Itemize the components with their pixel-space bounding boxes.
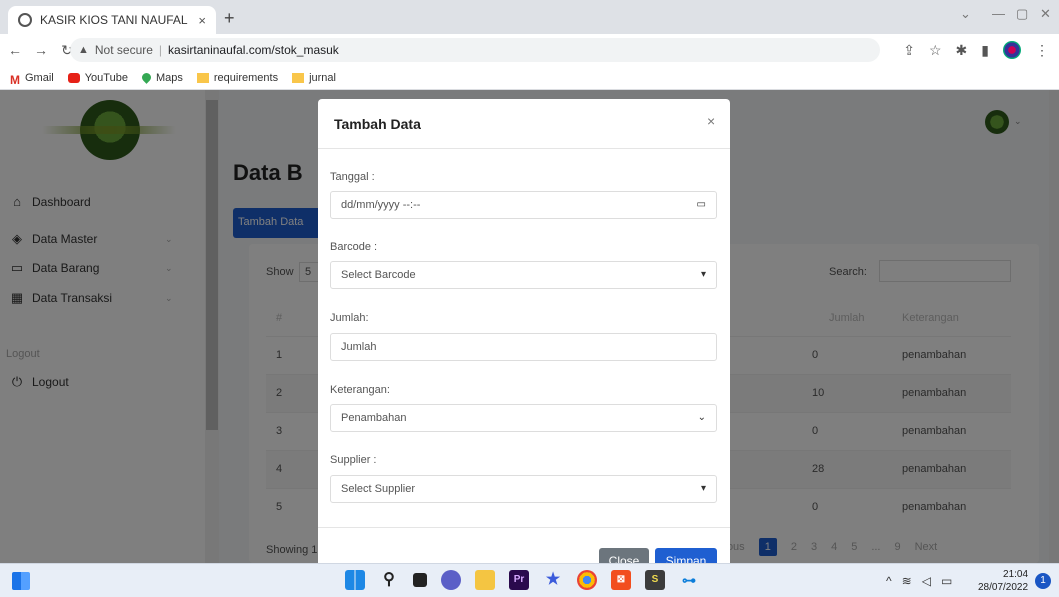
network-app-icon[interactable]: ⊶ xyxy=(679,570,699,590)
widgets-icon[interactable] xyxy=(12,572,30,590)
globe-icon xyxy=(18,13,32,27)
folder-icon xyxy=(196,72,209,83)
battery-icon[interactable]: ▭ xyxy=(941,574,952,588)
minimize-icon[interactable]: — xyxy=(992,6,1005,21)
barcode-select[interactable]: Select Barcode ▾ xyxy=(330,261,717,289)
file-explorer-icon[interactable] xyxy=(475,570,495,590)
profile-avatar[interactable] xyxy=(1003,41,1021,59)
bookmark-gmail[interactable]: M Gmail xyxy=(10,72,54,87)
xampp-icon[interactable]: ⊠ xyxy=(611,570,631,590)
modal-close-icon[interactable]: × xyxy=(707,113,715,129)
start-windows-icon[interactable] xyxy=(345,570,365,590)
security-label: Not secure xyxy=(94,43,153,57)
tambah-data-modal: Tambah Data × Tanggal : dd/mm/yyyy --:--… xyxy=(318,99,730,563)
sidepanel-icon[interactable]: ▮ xyxy=(981,42,989,59)
menu-icon[interactable]: ⋮ xyxy=(1035,42,1049,59)
new-tab-button[interactable]: + xyxy=(224,8,235,29)
chrome-icon[interactable] xyxy=(577,570,597,590)
omnibox[interactable]: ▲ Not secure | kasirtaninaufal.com/stok_… xyxy=(70,38,880,62)
tab-title: KASIR KIOS TANI NAUFAL xyxy=(40,13,188,27)
chat-icon[interactable] xyxy=(441,570,461,590)
bookmark-requirements[interactable]: requirements xyxy=(196,72,278,84)
simpan-button[interactable]: Simpan xyxy=(655,548,717,563)
web-page: ⌂ Dashboard ◈ Data Master ⌄ ▭ Data Baran… xyxy=(0,90,1059,563)
back-icon[interactable]: ← xyxy=(4,42,26,58)
jumlah-input[interactable]: Jumlah xyxy=(330,333,717,361)
star-icon[interactable]: ☆ xyxy=(929,42,942,59)
notification-badge[interactable]: 1 xyxy=(1035,573,1051,589)
tanggal-label: Tanggal : xyxy=(330,171,375,183)
chevron-up-icon[interactable]: ^ xyxy=(886,574,892,588)
forward-icon[interactable]: → xyxy=(30,42,52,58)
url-text: kasirtaninaufal.com/stok_masuk xyxy=(168,43,339,57)
youtube-icon xyxy=(67,72,80,83)
extensions-icon[interactable]: ✱ xyxy=(956,42,968,59)
clock[interactable]: 21:04 28/07/2022 xyxy=(978,568,1028,594)
caret-down-icon: ▾ xyxy=(700,483,706,494)
maximize-icon[interactable]: ▢ xyxy=(1016,6,1028,22)
modal-footer: Close Simpan xyxy=(318,527,730,563)
gmail-icon: M xyxy=(10,72,20,87)
calendar-icon[interactable]: ▭ xyxy=(697,199,706,210)
barcode-label: Barcode : xyxy=(330,241,378,253)
search-icon[interactable]: ⚲ xyxy=(379,570,399,590)
url-separator: | xyxy=(158,43,163,57)
taskbar-apps: ⚲ Pr ★ ⊠ S ⊶ xyxy=(345,570,699,590)
close-button[interactable]: Close xyxy=(599,548,649,563)
tab-search-icon[interactable]: ⌄ xyxy=(960,6,971,22)
window-close-icon[interactable]: ✕ xyxy=(1040,6,1051,22)
windows-taskbar: ⚲ Pr ★ ⊠ S ⊶ ^ ≋ ◁ ▭ 21:04 28/07/2022 1 xyxy=(0,563,1059,597)
tab-close-icon[interactable]: × xyxy=(198,13,206,28)
modal-header: Tambah Data × xyxy=(318,99,730,149)
star-app-icon[interactable]: ★ xyxy=(543,570,563,590)
task-view-icon[interactable] xyxy=(413,573,427,587)
tanggal-input[interactable]: dd/mm/yyyy --:-- ▭ xyxy=(330,191,717,219)
caret-down-icon: ▾ xyxy=(700,269,706,280)
share-icon[interactable]: ⇪ xyxy=(903,42,915,59)
volume-icon[interactable]: ◁ xyxy=(922,574,931,588)
premiere-icon[interactable]: Pr xyxy=(509,570,529,590)
browser-tab[interactable]: KASIR KIOS TANI NAUFAL × xyxy=(8,6,216,34)
bookmarks-bar: M Gmail YouTube Maps requirements jurnal xyxy=(0,66,1059,90)
sublime-icon[interactable]: S xyxy=(645,570,665,590)
bookmark-youtube[interactable]: YouTube xyxy=(67,72,128,84)
bookmark-maps[interactable]: Maps xyxy=(140,71,183,84)
folder-icon xyxy=(292,72,305,83)
keterangan-label: Keterangan: xyxy=(330,384,390,396)
bookmark-jurnal[interactable]: jurnal xyxy=(292,72,336,84)
clock-time: 21:04 xyxy=(1003,569,1029,580)
browser-tab-bar: KASIR KIOS TANI NAUFAL × + ⌄ — ▢ ✕ xyxy=(0,0,1059,34)
wifi-icon[interactable]: ≋ xyxy=(902,574,912,588)
maps-pin-icon xyxy=(140,71,153,84)
supplier-select[interactable]: Select Supplier ▾ xyxy=(330,475,717,503)
clock-date: 28/07/2022 xyxy=(978,582,1029,593)
chevron-down-icon: ⌄ xyxy=(697,412,706,423)
system-tray: ^ ≋ ◁ ▭ xyxy=(886,574,952,588)
browser-toolbar: ⇪ ☆ ✱ ▮ ⋮ xyxy=(903,41,1049,59)
modal-title: Tambah Data xyxy=(334,116,421,132)
keterangan-select[interactable]: Penambahan ⌄ xyxy=(330,404,717,432)
warning-icon: ▲ xyxy=(78,44,89,56)
supplier-label: Supplier : xyxy=(330,454,377,466)
address-bar-row: ← → ↻ ▲ Not secure | kasirtaninaufal.com… xyxy=(0,34,1059,66)
jumlah-label: Jumlah: xyxy=(330,312,369,324)
